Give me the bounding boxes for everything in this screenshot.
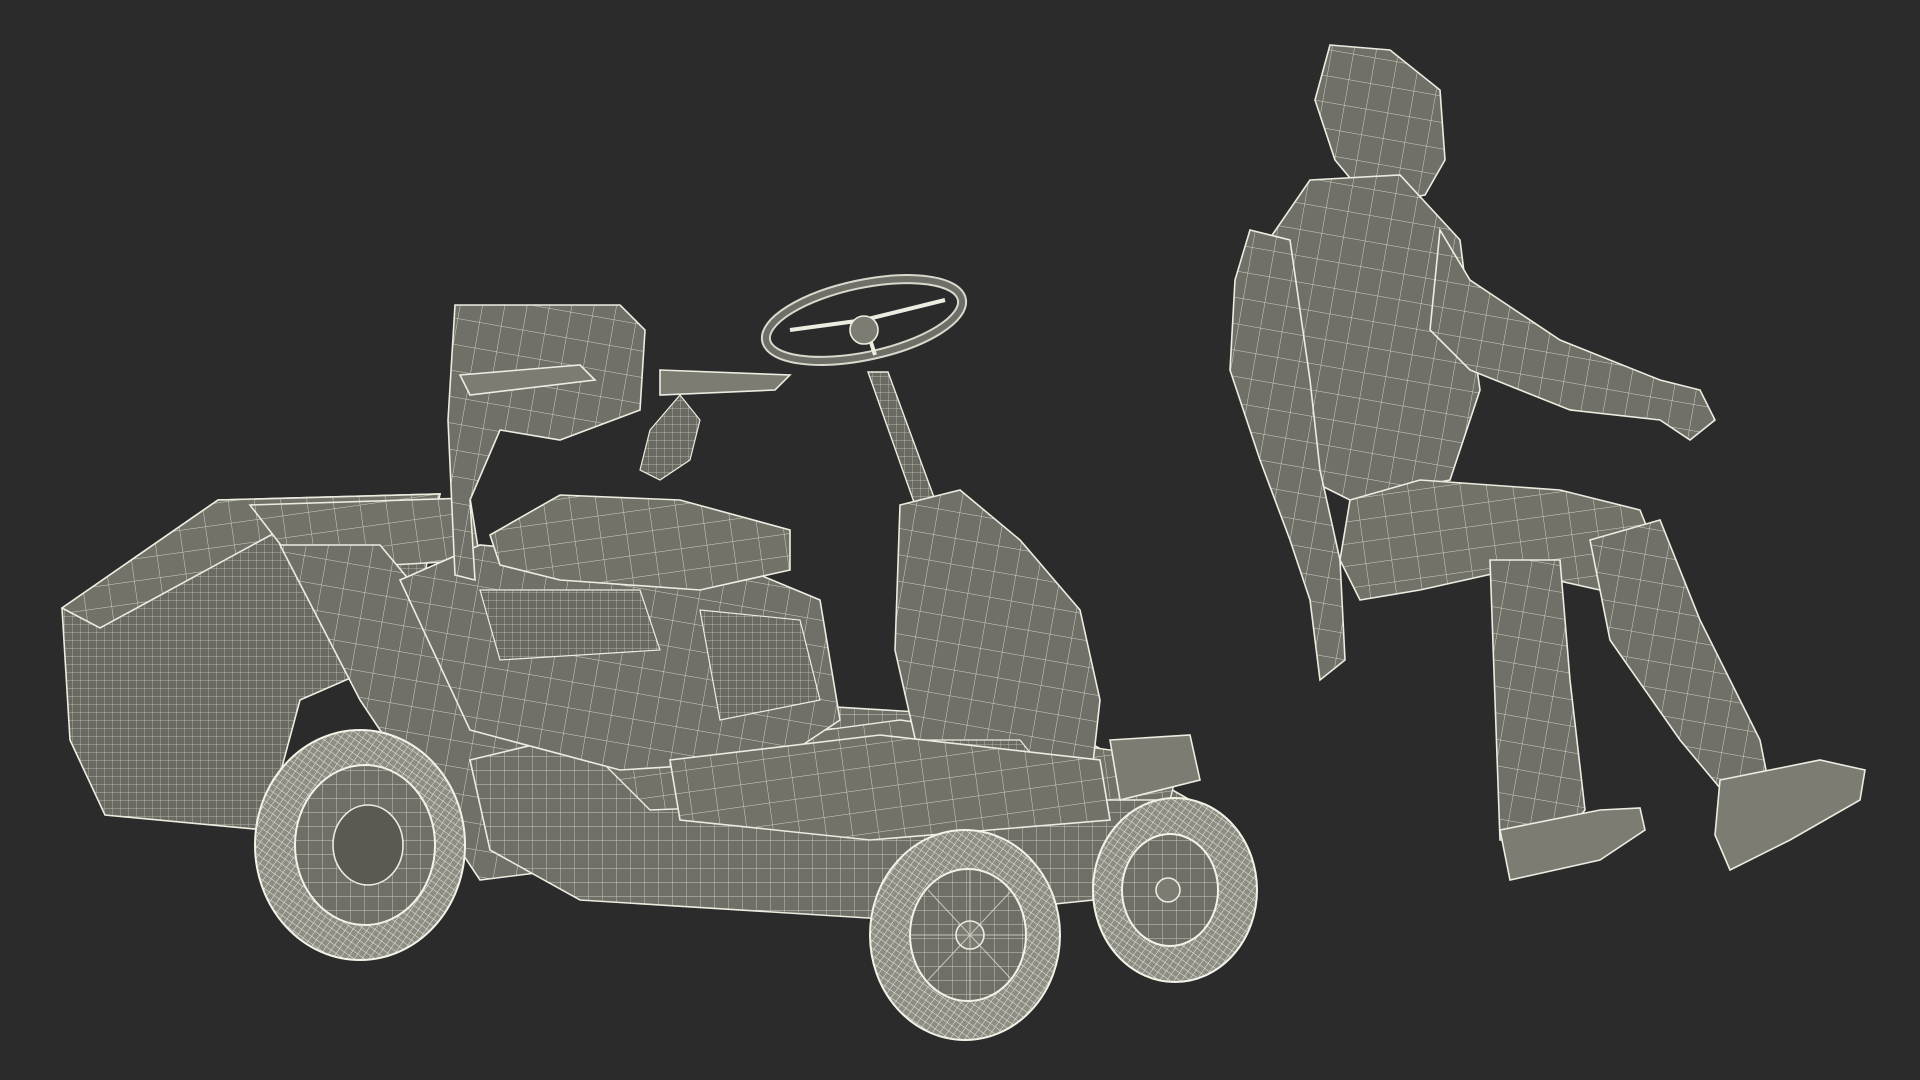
scene-svg bbox=[60, 44, 1866, 1041]
steering-assembly bbox=[760, 274, 968, 506]
front-wheel-near bbox=[869, 829, 1061, 1041]
rear-wheel bbox=[254, 729, 466, 961]
front-bumper bbox=[1109, 734, 1201, 801]
front-wheel-far bbox=[1092, 797, 1258, 983]
seat bbox=[447, 304, 792, 591]
riding-lawn-mower-wireframe bbox=[60, 274, 1258, 1041]
render-viewport bbox=[0, 0, 1920, 1080]
seated-man-wireframe bbox=[1229, 44, 1866, 881]
